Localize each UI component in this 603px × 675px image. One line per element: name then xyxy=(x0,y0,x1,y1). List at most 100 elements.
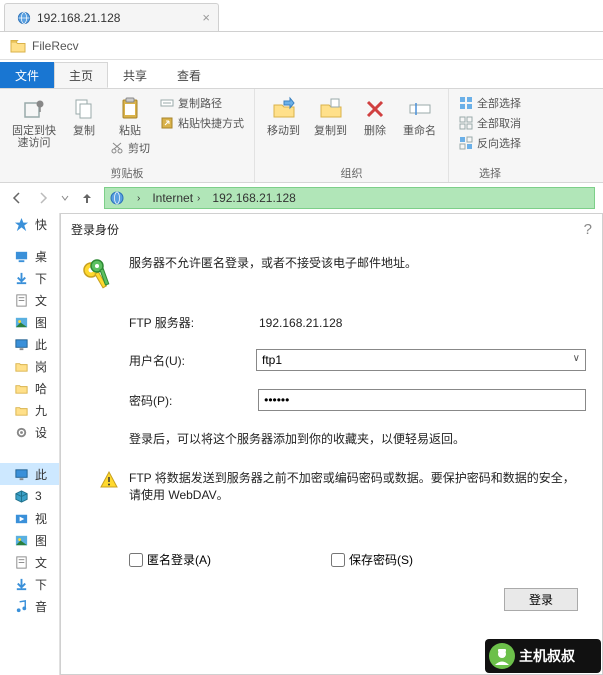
sidebar-item[interactable]: 下 xyxy=(0,573,59,595)
sidebar-item[interactable]: 音 xyxy=(0,595,59,617)
ribbon-tab-view[interactable]: 查看 xyxy=(162,62,216,88)
copy-path-button[interactable]: 复制路径 xyxy=(158,94,246,112)
ribbon: 固定到快 速访问 复制 粘贴 剪切 复制路径 xyxy=(0,88,603,183)
download-icon xyxy=(14,577,29,592)
rename-button[interactable]: 重命名 xyxy=(399,92,440,140)
sidebar-item[interactable]: 视 xyxy=(0,507,59,529)
avatar-icon xyxy=(489,643,515,669)
copy-to-button[interactable]: 复制到 xyxy=(310,92,351,140)
move-to-button[interactable]: 移动到 xyxy=(263,92,304,140)
forward-button[interactable] xyxy=(34,189,52,207)
crumb-root[interactable]: › xyxy=(127,188,146,208)
sidebar-item[interactable]: 快 xyxy=(0,213,59,235)
sidebar-item-label: 音 xyxy=(35,598,47,615)
ribbon-tab-home[interactable]: 主页 xyxy=(54,62,108,88)
help-icon[interactable]: ? xyxy=(584,221,592,238)
sidebar-item-label: 此 xyxy=(35,336,47,353)
location-text: FileRecv xyxy=(32,39,79,53)
arrow-left-icon xyxy=(10,191,24,205)
ribbon-group-clipboard: 固定到快 速访问 复制 粘贴 剪切 复制路径 xyxy=(0,89,255,182)
crumb-ip[interactable]: 192.168.21.128 xyxy=(206,188,301,208)
history-dropdown-icon[interactable] xyxy=(60,193,70,203)
crumb-internet[interactable]: Internet› xyxy=(146,188,206,208)
sidebar-item-label: 设 xyxy=(35,424,47,441)
move-to-icon xyxy=(270,95,298,123)
sidebar-item-label: 图 xyxy=(35,532,47,549)
select-none-button[interactable]: 全部取消 xyxy=(457,114,523,132)
main-area: 快 桌 下 文 图 此 岗 哈 九 设 此 3 视 图 文 xyxy=(0,213,603,675)
password-input[interactable] xyxy=(258,389,586,411)
sidebar: 快 桌 下 文 图 此 岗 哈 九 设 此 3 视 图 文 xyxy=(0,213,60,675)
ribbon-group-select: 全部选择 全部取消 反向选择 选择 xyxy=(449,89,531,182)
dialog-warning: FTP 将数据发送到服务器之前不加密或编码密码或数据。要保护密码和数据的安全，请… xyxy=(129,470,586,504)
paste-shortcut-button[interactable]: 粘贴快捷方式 xyxy=(158,114,246,132)
sidebar-item-label: 哈 xyxy=(35,380,47,397)
sidebar-item[interactable]: 哈 xyxy=(0,377,59,399)
pin-icon xyxy=(20,95,48,123)
doc-icon xyxy=(14,555,29,570)
quick-icon xyxy=(14,217,29,232)
sidebar-item-label: 视 xyxy=(35,510,47,527)
anonymous-checkbox[interactable]: 匿名登录(A) xyxy=(129,551,211,568)
username-label: 用户名(U): xyxy=(129,352,256,369)
sidebar-item[interactable]: 此 xyxy=(0,333,59,355)
sidebar-item[interactable]: 3 xyxy=(0,485,59,507)
ribbon-tab-file[interactable]: 文件 xyxy=(0,62,54,88)
back-button[interactable] xyxy=(8,189,26,207)
server-value: 192.168.21.128 xyxy=(259,316,342,330)
login-button[interactable]: 登录 xyxy=(504,588,578,611)
sidebar-item[interactable]: 图 xyxy=(0,311,59,333)
sidebar-item-label: 桌 xyxy=(35,248,47,265)
desktop-icon xyxy=(14,249,29,264)
ribbon-tab-share[interactable]: 共享 xyxy=(108,62,162,88)
shortcut-icon xyxy=(160,116,174,130)
password-label: 密码(P): xyxy=(129,392,258,409)
tab-title: 192.168.21.128 xyxy=(37,11,120,25)
copy-icon xyxy=(70,95,98,123)
sidebar-item[interactable]: 岗 xyxy=(0,355,59,377)
warning-icon xyxy=(99,470,119,490)
copy-to-icon xyxy=(317,95,345,123)
folder-icon xyxy=(14,403,29,418)
sidebar-item[interactable]: 文 xyxy=(0,551,59,573)
up-button[interactable] xyxy=(78,189,96,207)
sidebar-item[interactable]: 下 xyxy=(0,267,59,289)
sidebar-item[interactable]: 九 xyxy=(0,399,59,421)
pic-icon xyxy=(14,315,29,330)
folder-icon xyxy=(14,359,29,374)
sidebar-item[interactable]: 桌 xyxy=(0,245,59,267)
select-all-button[interactable]: 全部选择 xyxy=(457,94,523,112)
arrow-right-icon xyxy=(36,191,50,205)
sidebar-item-label: 图 xyxy=(35,314,47,331)
sidebar-item[interactable]: 图 xyxy=(0,529,59,551)
save-password-checkbox[interactable]: 保存密码(S) xyxy=(331,551,413,568)
pic-icon xyxy=(14,533,29,548)
sidebar-item-label: 快 xyxy=(35,216,47,233)
pin-button[interactable]: 固定到快 速访问 xyxy=(8,92,60,157)
video-icon xyxy=(14,511,29,526)
sidebar-item-label: 下 xyxy=(35,270,47,287)
login-dialog: 登录身份 ? 服务器不允许匿名登录，或者不接受该电子邮件地址。 FTP 服务器:… xyxy=(60,213,603,675)
scissors-icon xyxy=(110,141,124,155)
invert-selection-button[interactable]: 反向选择 xyxy=(457,134,523,152)
delete-icon xyxy=(361,95,389,123)
gear-icon xyxy=(14,425,29,440)
rename-icon xyxy=(406,95,434,123)
cut-button[interactable]: 剪切 xyxy=(108,139,152,157)
globe-icon xyxy=(109,190,125,206)
close-icon[interactable]: × xyxy=(202,10,210,25)
paste-button[interactable]: 粘贴 xyxy=(108,92,152,137)
sidebar-item[interactable]: 文 xyxy=(0,289,59,311)
sidebar-item[interactable]: 此 xyxy=(0,463,59,485)
copy-button[interactable]: 复制 xyxy=(66,92,102,157)
sidebar-item[interactable]: 设 xyxy=(0,421,59,443)
browser-tab[interactable]: 192.168.21.128 × xyxy=(4,3,219,31)
username-input[interactable] xyxy=(256,349,586,371)
watermark-text: 主机叔叔 xyxy=(519,646,575,666)
delete-button[interactable]: 删除 xyxy=(357,92,393,140)
path-icon xyxy=(160,96,174,110)
doc-icon xyxy=(14,293,29,308)
download-icon xyxy=(14,271,29,286)
browser-tab-row: 192.168.21.128 × xyxy=(0,0,603,32)
breadcrumb[interactable]: › Internet› 192.168.21.128 xyxy=(104,187,595,209)
